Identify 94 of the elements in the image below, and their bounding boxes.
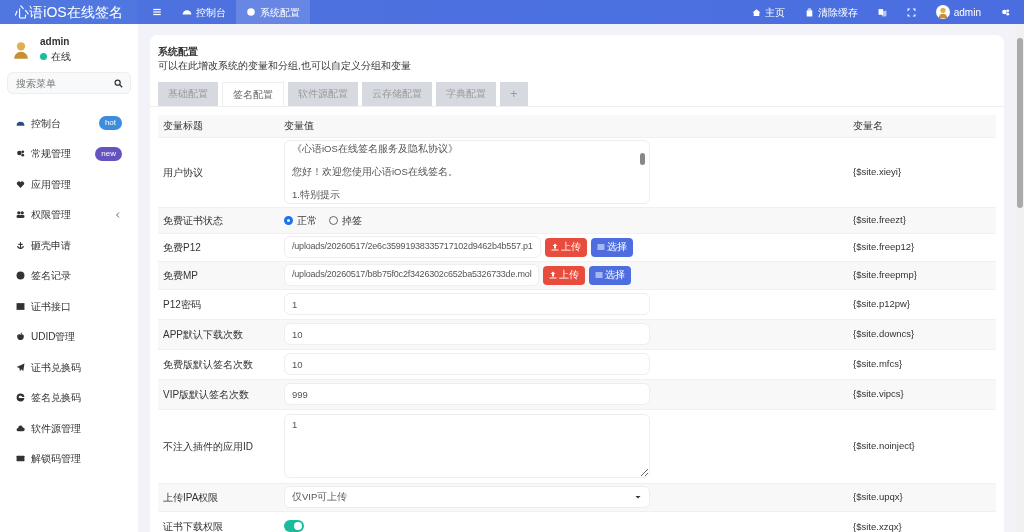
sidebar-item[interactable]: UDID管理 bbox=[0, 321, 138, 352]
list-icon bbox=[596, 243, 605, 251]
row-label: 不注入插件的应用ID bbox=[162, 439, 254, 454]
heart-icon bbox=[16, 179, 25, 189]
variable-name: {$site.xieyi} bbox=[853, 164, 902, 179]
sidebar-item[interactable]: 应用管理 bbox=[0, 169, 138, 200]
sidebar-item[interactable]: 权限管理 bbox=[0, 199, 138, 230]
scrollbar[interactable] bbox=[1016, 24, 1024, 532]
gears-icon bbox=[16, 149, 25, 159]
text-field[interactable]: 10 bbox=[284, 323, 650, 345]
text-field[interactable]: 10 bbox=[284, 353, 650, 375]
sidebar-item[interactable]: 砸壳申请 bbox=[0, 230, 138, 261]
cloud-icon bbox=[16, 423, 25, 433]
status-text: 在线 bbox=[51, 50, 71, 64]
sidebar-item[interactable]: 软件源管理 bbox=[0, 413, 138, 444]
toggle-switch[interactable] bbox=[284, 519, 304, 532]
variable-name: {$site.downcs} bbox=[853, 326, 915, 341]
sidebar-item[interactable]: 签名兑换码 bbox=[0, 382, 138, 413]
text-area[interactable]: 《心语iOS在线签名服务及隐私协议》 您好！欢迎您使用心语iOS在线签名。 1.特别提示 bbox=[284, 140, 650, 204]
upload-icon bbox=[550, 243, 559, 251]
variable-name: {$site.mfcs} bbox=[853, 356, 903, 371]
menu-badge: new bbox=[95, 146, 122, 161]
caret-icon bbox=[634, 493, 642, 501]
radio-button[interactable] bbox=[284, 215, 293, 225]
text-field[interactable]: 999 bbox=[284, 383, 650, 405]
panel-description: 可以在此增改系统的变量和分组,也可以自定义分组和变量 bbox=[158, 59, 412, 74]
row-label: 免费版默认签名次数 bbox=[162, 357, 254, 372]
gauge-icon bbox=[182, 7, 192, 17]
row-label: APP默认下载次数 bbox=[162, 327, 244, 342]
upload-button[interactable]: 上传 bbox=[544, 237, 587, 257]
tab[interactable]: 签名配置 bbox=[222, 81, 284, 106]
text-area[interactable]: 1 bbox=[284, 414, 650, 478]
send-icon bbox=[16, 362, 25, 372]
anchor-icon bbox=[16, 240, 25, 250]
path-field[interactable]: /uploads/20260517/b8b75f0c2f3426302c652ba5326733de.mol bbox=[284, 264, 540, 286]
panel-title: 系统配置 bbox=[158, 45, 199, 59]
column-header: 变量标题 bbox=[162, 119, 204, 133]
select-field[interactable]: 仅VIP可上传 bbox=[284, 486, 650, 508]
users-icon bbox=[16, 210, 25, 220]
apple-icon bbox=[16, 332, 25, 342]
translate-icon bbox=[877, 7, 887, 17]
row-label: P12密码 bbox=[162, 297, 202, 312]
menu-icon bbox=[152, 7, 162, 17]
row-label: 免费P12 bbox=[162, 240, 202, 255]
row-label: 上传IPA权限 bbox=[162, 490, 220, 505]
gears-icon bbox=[1001, 7, 1010, 17]
variable-name: {$site.upqx} bbox=[853, 489, 903, 504]
row-label: 免费MP bbox=[162, 268, 199, 283]
variable-name: {$site.freepmp} bbox=[853, 267, 917, 282]
list-icon bbox=[595, 271, 604, 279]
card-icon bbox=[16, 454, 25, 464]
text-field[interactable]: 1 bbox=[284, 293, 650, 315]
path-field[interactable]: /uploads/20260517/2e6c35991938335717102d9462b4b557.p1 bbox=[284, 236, 541, 258]
variable-name: {$site.freep12} bbox=[853, 239, 915, 254]
choose-button[interactable]: 选择 bbox=[590, 237, 633, 257]
menu-badge: hot bbox=[98, 116, 122, 131]
nav-tab[interactable]: 控制台 bbox=[172, 0, 236, 24]
text-line: 《心语iOS在线签名服务及隐私协议》 bbox=[292, 143, 459, 155]
upload-icon bbox=[549, 271, 558, 279]
radio-option[interactable]: 正常 bbox=[284, 212, 317, 228]
sidebar-item[interactable]: 控制台 hot bbox=[0, 108, 138, 139]
sidebar-item[interactable]: 签名记录 bbox=[0, 260, 138, 291]
choose-button[interactable]: 选择 bbox=[589, 265, 632, 285]
variable-name: {$site.noinject} bbox=[853, 438, 915, 453]
trash-icon bbox=[804, 7, 814, 17]
variable-name: {$site.vipcs} bbox=[853, 386, 904, 401]
status-dot bbox=[40, 53, 47, 60]
row-label: 用户协议 bbox=[162, 165, 204, 180]
sidebar-item[interactable]: 常规管理 new bbox=[0, 138, 138, 169]
variable-name: {$site.p12pw} bbox=[853, 296, 911, 311]
upload-button[interactable]: 上传 bbox=[543, 265, 586, 285]
column-header: 变量名 bbox=[853, 119, 883, 133]
nav-link[interactable]: 主页 bbox=[741, 0, 795, 24]
user-menu[interactable]: admin bbox=[925, 0, 991, 24]
sidebar-item[interactable]: 证书兑换码 bbox=[0, 352, 138, 383]
text-line: 1.特别提示 bbox=[292, 189, 341, 201]
nav-link[interactable]: 清除缓存 bbox=[794, 0, 868, 24]
column-header: 变量值 bbox=[284, 119, 315, 133]
search-icon bbox=[114, 78, 123, 88]
row-label: 证书下载权限 bbox=[162, 519, 224, 532]
row-label: 免费证书状态 bbox=[162, 213, 224, 228]
text-line: 您好！欢迎您使用心语iOS在线签名。 bbox=[292, 166, 459, 178]
avatar bbox=[935, 5, 950, 19]
user-name: admin bbox=[40, 35, 71, 49]
sidebar-item[interactable]: 证书接口 bbox=[0, 291, 138, 322]
home-icon bbox=[751, 7, 761, 17]
row-label: VIP版默认签名次数 bbox=[162, 387, 251, 402]
brand-title: 心语iOS在线签名 bbox=[0, 0, 138, 24]
radio-option[interactable]: 掉签 bbox=[329, 212, 362, 228]
sidebar-item[interactable]: 解锁码管理 bbox=[0, 443, 138, 474]
variable-name: {$site.freezt} bbox=[853, 212, 906, 227]
variable-name: {$site.xzqx} bbox=[853, 519, 902, 532]
expand-icon bbox=[906, 7, 916, 17]
search-field[interactable]: 搜索菜单 bbox=[7, 72, 131, 94]
